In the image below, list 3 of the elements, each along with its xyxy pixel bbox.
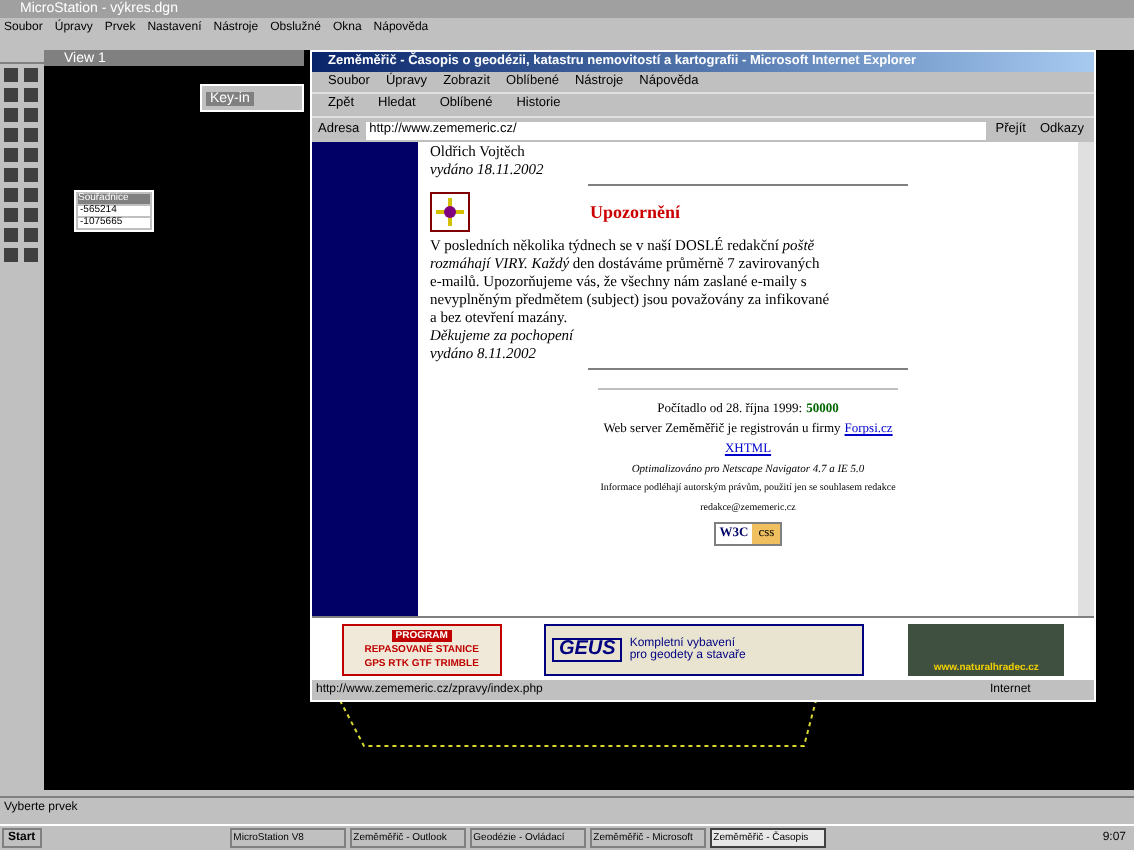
crosshair-icon bbox=[430, 192, 470, 232]
notice-title: Upozornění bbox=[590, 203, 680, 221]
banner-logo: GEUS bbox=[552, 637, 622, 661]
